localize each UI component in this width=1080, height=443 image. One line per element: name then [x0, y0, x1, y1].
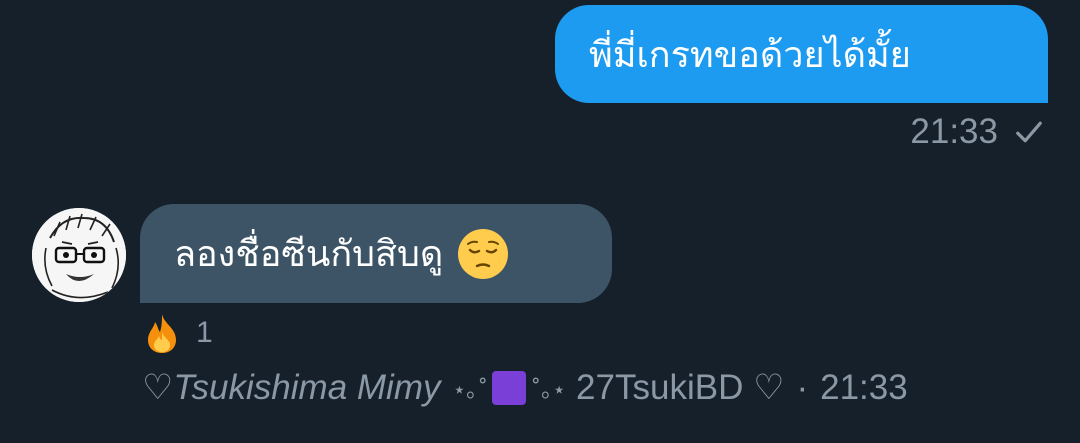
incoming-message-bubble[interactable]: ลองชื่อซีนกับสิบดู: [140, 204, 612, 303]
sender-name[interactable]: Tsukishima Mimy: [173, 368, 440, 408]
incoming-message-time: 21:33: [820, 368, 908, 407]
sender-deco-right: ˚｡⋆: [530, 378, 567, 403]
reaction-count: 1: [196, 316, 213, 349]
outgoing-message-meta: 21:33: [910, 112, 1044, 152]
outgoing-message-bubble[interactable]: พี่มี่เกรทขอด้วยได้มั้ย: [555, 5, 1048, 103]
avatar-illustration: [32, 208, 126, 302]
meta-separator: ·: [796, 368, 809, 407]
sender-avatar[interactable]: [32, 208, 126, 302]
sender-prefix: ♡: [142, 368, 174, 407]
incoming-message-meta: ♡ Tsukishima Mimy ⋆｡˚ ˚｡⋆ 27TsukiBD ♡ · …: [142, 368, 908, 408]
sender-deco-left: ⋆｡˚: [452, 378, 489, 403]
reaction-badge[interactable]: 1: [142, 312, 213, 354]
sender-suffix: 27TsukiBD ♡: [576, 368, 785, 407]
outgoing-message-text: พี่มี่เกรทขอด้วยได้มั้ย: [589, 34, 911, 76]
checkmark-icon: [1016, 121, 1042, 143]
pensive-face-emoji: [458, 228, 509, 279]
outgoing-message-time: 21:33: [910, 112, 998, 151]
crescent-moon-emoji: [492, 371, 527, 405]
fire-emoji: [148, 314, 176, 353]
incoming-message-text: ลองชื่อซีนกับสิบดู: [174, 234, 444, 275]
